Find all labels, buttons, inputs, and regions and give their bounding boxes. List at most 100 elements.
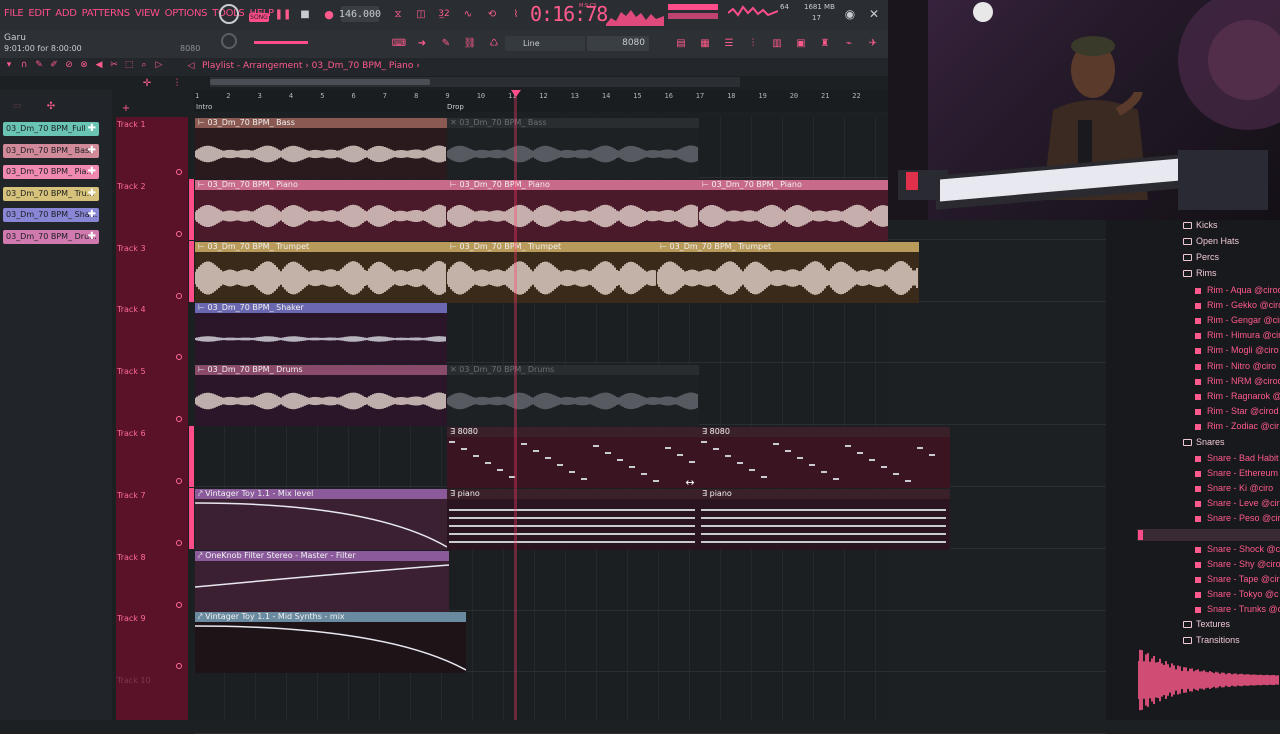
- playlist-clip[interactable]: ⊢ 03_Dm_70 BPM_ Drums: [195, 365, 447, 427]
- browser-folder[interactable]: Open Hats: [1196, 236, 1239, 246]
- clip-header[interactable]: ⊢ 03_Dm_70 BPM_ Trumpet: [657, 241, 919, 252]
- ruler-marker[interactable]: Intro: [196, 103, 212, 111]
- browser-icon[interactable]: ▣: [793, 36, 809, 50]
- browser-file[interactable]: Snare - Ethereum: [1207, 468, 1278, 478]
- keyboard-icon[interactable]: ⌨: [390, 36, 408, 50]
- browser-folder[interactable]: Percs: [1196, 252, 1219, 262]
- ruler-marker[interactable]: Drop: [447, 103, 464, 111]
- clip-header[interactable]: ⤤ OneKnob Filter Stereo - Master - Filte…: [195, 550, 449, 561]
- pause-icon[interactable]: ❚❚: [275, 7, 292, 21]
- move-icon[interactable]: ✛: [140, 77, 154, 89]
- clip-header[interactable]: ⊢ 03_Dm_70 BPM_ Drums: [195, 365, 447, 376]
- menu-file[interactable]: FILE: [4, 8, 24, 19]
- playlist-clip[interactable]: ✕ 03_Dm_70 BPM_ Drums: [447, 365, 699, 427]
- playlist-clip[interactable]: ⊢ 03_Dm_70 BPM_ Piano: [699, 179, 888, 241]
- picker-mode-icon[interactable]: ▭: [10, 100, 24, 112]
- video-icon[interactable]: ✈: [865, 36, 881, 50]
- playlist-clip[interactable]: ∃ piano: [447, 488, 699, 550]
- browser-file[interactable]: Snare - Tape @cir: [1207, 574, 1280, 584]
- browser-file[interactable]: Rim - Gengar @cir: [1207, 315, 1280, 325]
- record-icon[interactable]: ●: [322, 7, 336, 21]
- browser-file[interactable]: Rim - Nitro @ciro: [1207, 361, 1276, 371]
- menu-options[interactable]: OPTIONS: [165, 8, 208, 19]
- master-volume-knob[interactable]: [219, 4, 239, 24]
- automation-curve[interactable]: [195, 625, 466, 672]
- playlist-icon[interactable]: ▤: [673, 36, 689, 50]
- browser-file[interactable]: Snare - Trunks @c: [1207, 604, 1280, 614]
- browser-file[interactable]: Snare - Shock @ci: [1207, 544, 1280, 554]
- arrow-right-icon[interactable]: ➜: [414, 36, 430, 50]
- browser-file[interactable]: Rim - Himura @cir: [1207, 330, 1280, 340]
- pattern-add-icon[interactable]: ✚: [88, 144, 96, 158]
- loop-record-icon[interactable]: ⟲: [484, 7, 500, 21]
- stop-icon[interactable]: ■: [298, 7, 312, 21]
- clip-header[interactable]: ⤤ Vintager Toy 1.1 - Mid Synths - mix: [195, 612, 466, 623]
- playlist-clip[interactable]: ∃ 8080: [447, 427, 699, 488]
- bell-icon[interactable]: ♺: [486, 36, 502, 50]
- clip-header[interactable]: ∃ piano: [447, 488, 699, 499]
- playlist-clip[interactable]: ⊢ 03_Dm_70 BPM_ Trumpet: [195, 241, 447, 303]
- countdown-icon[interactable]: 3̲2: [436, 7, 452, 21]
- browser-folder[interactable]: Snares: [1196, 437, 1225, 447]
- slip-tool-icon[interactable]: ◀: [94, 60, 104, 70]
- track-mute-icon[interactable]: [176, 292, 182, 299]
- slice-tool-icon[interactable]: ✂: [109, 60, 119, 70]
- master-pitch-slider[interactable]: [254, 41, 308, 44]
- tempo-display[interactable]: 146.000: [339, 6, 381, 22]
- clip-header[interactable]: ⊢ 03_Dm_70 BPM_ Trumpet: [195, 241, 447, 252]
- automation-curve[interactable]: [195, 502, 447, 548]
- browser-file[interactable]: Snare - Ki @ciro: [1207, 483, 1273, 493]
- pattern-item[interactable]: 03_Dm_70 BPM_ Tru... ✚: [3, 186, 99, 201]
- clip-header[interactable]: ∃ piano: [699, 488, 950, 499]
- clip-header[interactable]: ⊢ 03_Dm_70 BPM_ Piano: [699, 179, 888, 190]
- clip-header[interactable]: ⤤ Vintager Toy 1.1 - Mix level: [195, 488, 447, 499]
- pattern-add-icon[interactable]: ✚: [88, 208, 96, 222]
- add-track-icon[interactable]: +: [120, 102, 132, 114]
- browser-file[interactable]: Rim - Star @cirod: [1207, 406, 1279, 416]
- pattern-add-icon[interactable]: ✚: [88, 187, 96, 201]
- browser-file[interactable]: Snare - Leve @cir: [1207, 498, 1280, 508]
- piano-roll-icon[interactable]: ▦: [697, 36, 713, 50]
- browser-file[interactable]: Rim - Gekko @ciro: [1207, 300, 1280, 310]
- clip-header[interactable]: ⊢ 03_Dm_70 BPM_ Trumpet: [447, 241, 657, 252]
- automation-curve[interactable]: [195, 563, 449, 588]
- playlist-clip[interactable]: ⤤ Vintager Toy 1.1 - Mid Synths - mix: [195, 612, 466, 674]
- browser-folder[interactable]: Rims: [1196, 268, 1217, 278]
- mute-tool-icon[interactable]: ⊗: [79, 60, 89, 70]
- mixer-icon[interactable]: ⫶: [745, 36, 761, 50]
- track-mute-icon[interactable]: [176, 169, 182, 175]
- timeline-ruler[interactable]: 1 2 3 4 5 6 7 8 9 10 11 12 13 14 15 16 17 18 19 20 21 22 Intro…: [194, 90, 888, 112]
- clip-header[interactable]: ✕ 03_Dm_70 BPM_ Bass: [447, 118, 699, 128]
- pencil-icon[interactable]: ✎: [438, 36, 454, 50]
- browser-file[interactable]: Rim - Mogli @ciro: [1207, 345, 1279, 355]
- pattern-item[interactable]: 03_Dm_70 BPM_Full ✚: [3, 122, 99, 136]
- link-icon[interactable]: ⛓: [462, 36, 478, 50]
- browser-file[interactable]: Snare - Peso @cir: [1207, 513, 1280, 523]
- playlist-clip[interactable]: ∃ 8080: [699, 427, 950, 488]
- pattern-item[interactable]: 03_Dm_70 BPM_ Bass ✚: [3, 143, 99, 158]
- select-tool-icon[interactable]: ⬚: [124, 60, 134, 70]
- clip-header[interactable]: ⊢ 03_Dm_70 BPM_ Shaker: [195, 303, 447, 314]
- menu-view[interactable]: VIEW: [135, 8, 160, 19]
- clip-header[interactable]: ⊢ 03_Dm_70 BPM_ Piano: [447, 179, 699, 190]
- delete-tool-icon[interactable]: ⊘: [64, 60, 74, 70]
- clip-header[interactable]: ∃ 8080: [699, 427, 950, 437]
- menu-patterns[interactable]: PATTERNS: [82, 8, 131, 19]
- pattern-add-icon[interactable]: ✚: [88, 165, 96, 179]
- close-icon[interactable]: ✕: [866, 6, 882, 22]
- scrollbar-thumb[interactable]: [210, 79, 430, 85]
- browser-folder[interactable]: Kicks: [1196, 220, 1218, 230]
- draw-tool-icon[interactable]: ✎: [34, 60, 44, 70]
- browser-file[interactable]: Snare - Tokyo @c: [1207, 589, 1279, 599]
- pattern-add-icon[interactable]: ✚: [88, 230, 96, 244]
- pattern-add-icon[interactable]: ✚: [88, 122, 96, 136]
- pattern-item[interactable]: 03_Dm_70 BPM_ Sha... ✚: [3, 208, 99, 223]
- browser-file[interactable]: Snare - Bad Habit: [1207, 453, 1279, 463]
- clip-header[interactable]: ⊢ 03_Dm_70 BPM_ Piano: [195, 179, 447, 190]
- track-lane[interactable]: [194, 673, 1106, 734]
- playlist-clip[interactable]: ⤤ OneKnob Filter Stereo - Master - Filte…: [195, 550, 449, 612]
- playlist-clip[interactable]: ⤤ Vintager Toy 1.1 - Mix level: [195, 488, 447, 550]
- clip-header[interactable]: ✕ 03_Dm_70 BPM_ Drums: [447, 365, 699, 376]
- magnet-icon[interactable]: ∩: [19, 60, 29, 70]
- playhead-marker[interactable]: [511, 90, 521, 97]
